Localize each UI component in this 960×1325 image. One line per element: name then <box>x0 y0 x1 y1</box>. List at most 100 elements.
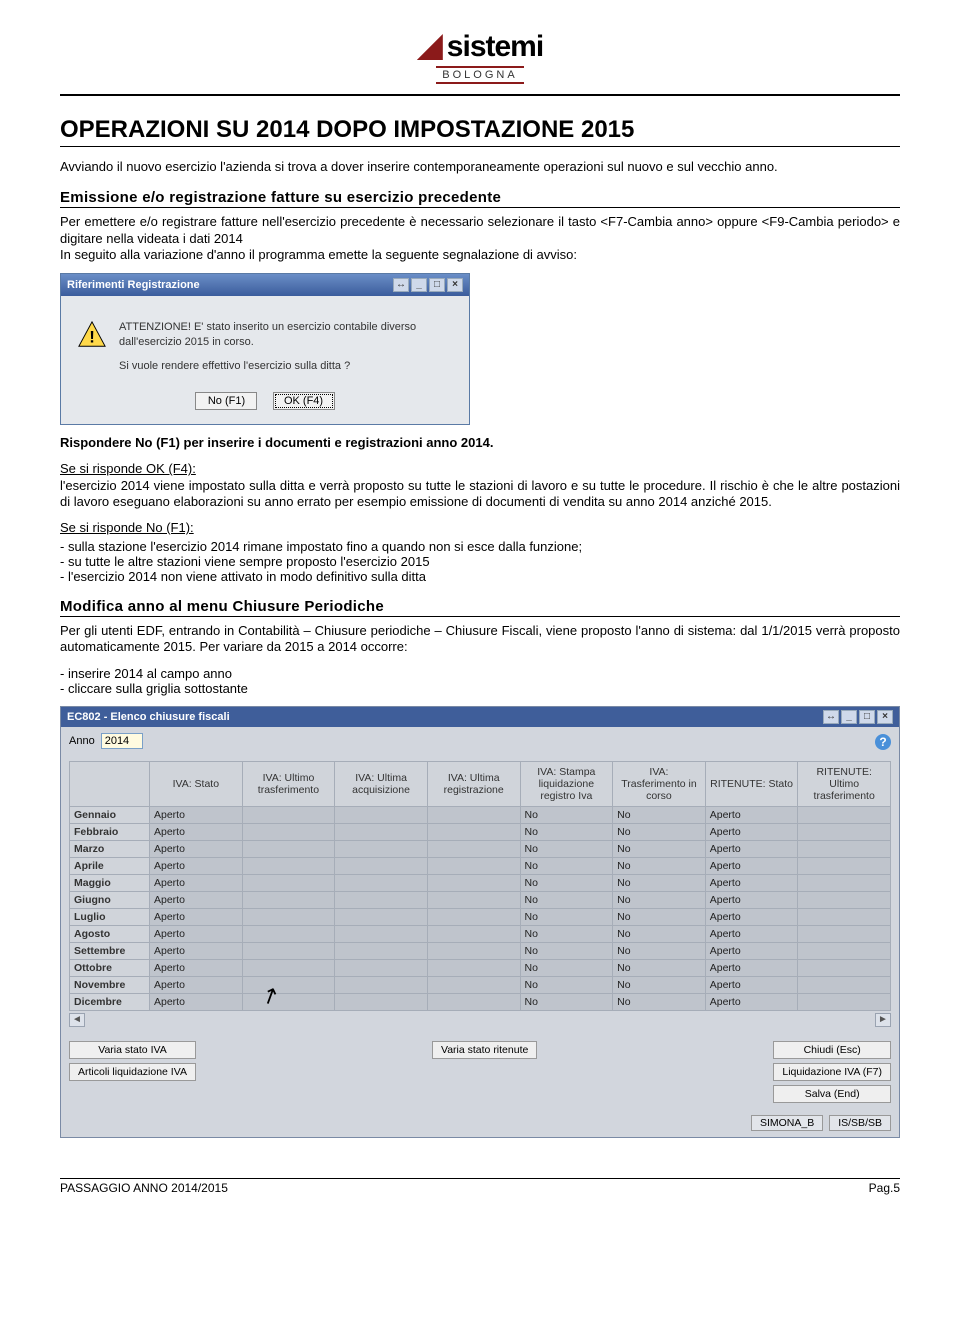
table-cell <box>242 908 335 925</box>
table-cell <box>335 857 428 874</box>
logo-text: sistemi <box>447 30 543 64</box>
table-row[interactable]: MaggioApertoNoNoAperto <box>70 874 891 891</box>
table-cell <box>798 976 891 993</box>
dialog-close-icon[interactable]: × <box>447 278 463 292</box>
table-cell <box>335 959 428 976</box>
articoli-liquidazione-button[interactable]: Articoli liquidazione IVA <box>69 1063 196 1081</box>
varia-iva-button[interactable]: Varia stato IVA <box>69 1041 196 1059</box>
table-cell <box>242 823 335 840</box>
table-cell <box>335 806 428 823</box>
table-cell: No <box>520 942 613 959</box>
table-cell: No <box>613 925 706 942</box>
dialog-minimize-icon[interactable]: _ <box>411 278 427 292</box>
chiusure-table[interactable]: IVA: StatoIVA: Ultimo trasferimentoIVA: … <box>69 761 891 1011</box>
table-header: IVA: Ultimo trasferimento <box>242 761 335 806</box>
month-cell: Febbraio <box>70 823 150 840</box>
table-cell: No <box>520 806 613 823</box>
table-cell <box>798 925 891 942</box>
dialog-ok-button[interactable]: OK (F4) <box>273 392 335 410</box>
table-header: IVA: Trasferimento in corso <box>613 761 706 806</box>
window-titlebar: EC802 - Elenco chiusure fiscali ↔ _ □ × <box>61 707 899 727</box>
table-cell <box>427 976 520 993</box>
table-cell <box>798 908 891 925</box>
intro-paragraph: Avviando il nuovo esercizio l'azienda si… <box>60 159 900 175</box>
table-cell <box>335 976 428 993</box>
table-cell <box>335 823 428 840</box>
grid-scrollbar[interactable]: ◄ ► <box>61 1011 899 1035</box>
table-cell <box>242 874 335 891</box>
table-row[interactable]: AgostoApertoNoNoAperto <box>70 925 891 942</box>
month-cell: Aprile <box>70 857 150 874</box>
response-ok-head: Se si risponde OK (F4): <box>60 461 196 476</box>
help-icon[interactable]: ? <box>875 734 891 750</box>
table-cell: No <box>520 823 613 840</box>
table-row[interactable]: FebbraioApertoNoNoAperto <box>70 823 891 840</box>
table-cell: No <box>520 993 613 1010</box>
varia-ritenute-button[interactable]: Varia stato ritenute <box>432 1041 537 1059</box>
dialog-move-icon[interactable]: ↔ <box>393 278 409 292</box>
header-rule <box>60 94 900 96</box>
month-cell: Agosto <box>70 925 150 942</box>
table-cell: No <box>520 976 613 993</box>
window-move-icon[interactable]: ↔ <box>823 710 839 724</box>
header-logo: sistemi BOLOGNA <box>60 30 900 88</box>
table-row[interactable]: NovembreApertoNoNoAperto <box>70 976 891 993</box>
table-cell: No <box>520 908 613 925</box>
response-no-list: sulla stazione l'esercizio 2014 rimane i… <box>60 539 900 584</box>
table-cell <box>335 942 428 959</box>
liquidazione-button[interactable]: Liquidazione IVA (F7) <box>773 1063 891 1081</box>
table-row[interactable]: OttobreApertoNoNoAperto <box>70 959 891 976</box>
window-minimize-icon[interactable]: _ <box>841 710 857 724</box>
scroll-right-icon[interactable]: ► <box>875 1013 891 1027</box>
month-cell: Gennaio <box>70 806 150 823</box>
table-cell <box>335 874 428 891</box>
anno-input[interactable] <box>101 733 143 749</box>
table-cell: Aperto <box>705 891 798 908</box>
section2-list: inserire 2014 al campo annocliccare sull… <box>60 666 900 696</box>
table-row[interactable]: GennaioApertoNoNoAperto <box>70 806 891 823</box>
table-cell <box>427 925 520 942</box>
status-user: SIMONA_B <box>751 1115 823 1131</box>
logo-triangle-icon <box>417 34 443 60</box>
chiudi-button[interactable]: Chiudi (Esc) <box>773 1041 891 1059</box>
response-ok-paragraph: Se si risponde OK (F4): l'esercizio 2014… <box>60 461 900 510</box>
month-cell: Giugno <box>70 891 150 908</box>
table-cell <box>427 857 520 874</box>
table-cell: No <box>613 959 706 976</box>
table-row[interactable]: LuglioApertoNoNoAperto <box>70 908 891 925</box>
month-cell: Novembre <box>70 976 150 993</box>
table-row[interactable]: AprileApertoNoNoAperto <box>70 857 891 874</box>
table-cell: Aperto <box>150 891 243 908</box>
window-maximize-icon[interactable]: □ <box>859 710 875 724</box>
table-header: IVA: Ultima registrazione <box>427 761 520 806</box>
table-cell: Aperto <box>150 959 243 976</box>
table-row[interactable]: MarzoApertoNoNoAperto <box>70 840 891 857</box>
table-row[interactable]: GiugnoApertoNoNoAperto <box>70 891 891 908</box>
svg-text:!: ! <box>89 328 95 347</box>
table-header: RITENUTE: Stato <box>705 761 798 806</box>
dialog-maximize-icon[interactable]: □ <box>429 278 445 292</box>
month-cell: Settembre <box>70 942 150 959</box>
scroll-left-icon[interactable]: ◄ <box>69 1013 85 1027</box>
table-cell: Aperto <box>705 806 798 823</box>
dialog-no-button[interactable]: No (F1) <box>195 392 257 410</box>
logo-subtitle: BOLOGNA <box>436 66 523 84</box>
table-cell <box>798 840 891 857</box>
table-cell <box>427 908 520 925</box>
table-cell: Aperto <box>150 840 243 857</box>
table-cell: No <box>613 874 706 891</box>
salva-button[interactable]: Salva (End) <box>773 1085 891 1103</box>
table-cell: Aperto <box>150 925 243 942</box>
dialog-message-line2: Si vuole rendere effettivo l'esercizio s… <box>119 359 453 374</box>
table-cell <box>427 942 520 959</box>
table-row[interactable]: SettembreApertoNoNoAperto <box>70 942 891 959</box>
table-row[interactable]: DicembreApertoNoNoAperto <box>70 993 891 1010</box>
table-cell: No <box>520 857 613 874</box>
table-cell <box>798 857 891 874</box>
window-close-icon[interactable]: × <box>877 710 893 724</box>
table-cell <box>798 891 891 908</box>
table-cell <box>798 959 891 976</box>
table-header <box>70 761 150 806</box>
table-cell: No <box>613 908 706 925</box>
footer-left: PASSAGGIO ANNO 2014/2015 <box>60 1181 228 1195</box>
